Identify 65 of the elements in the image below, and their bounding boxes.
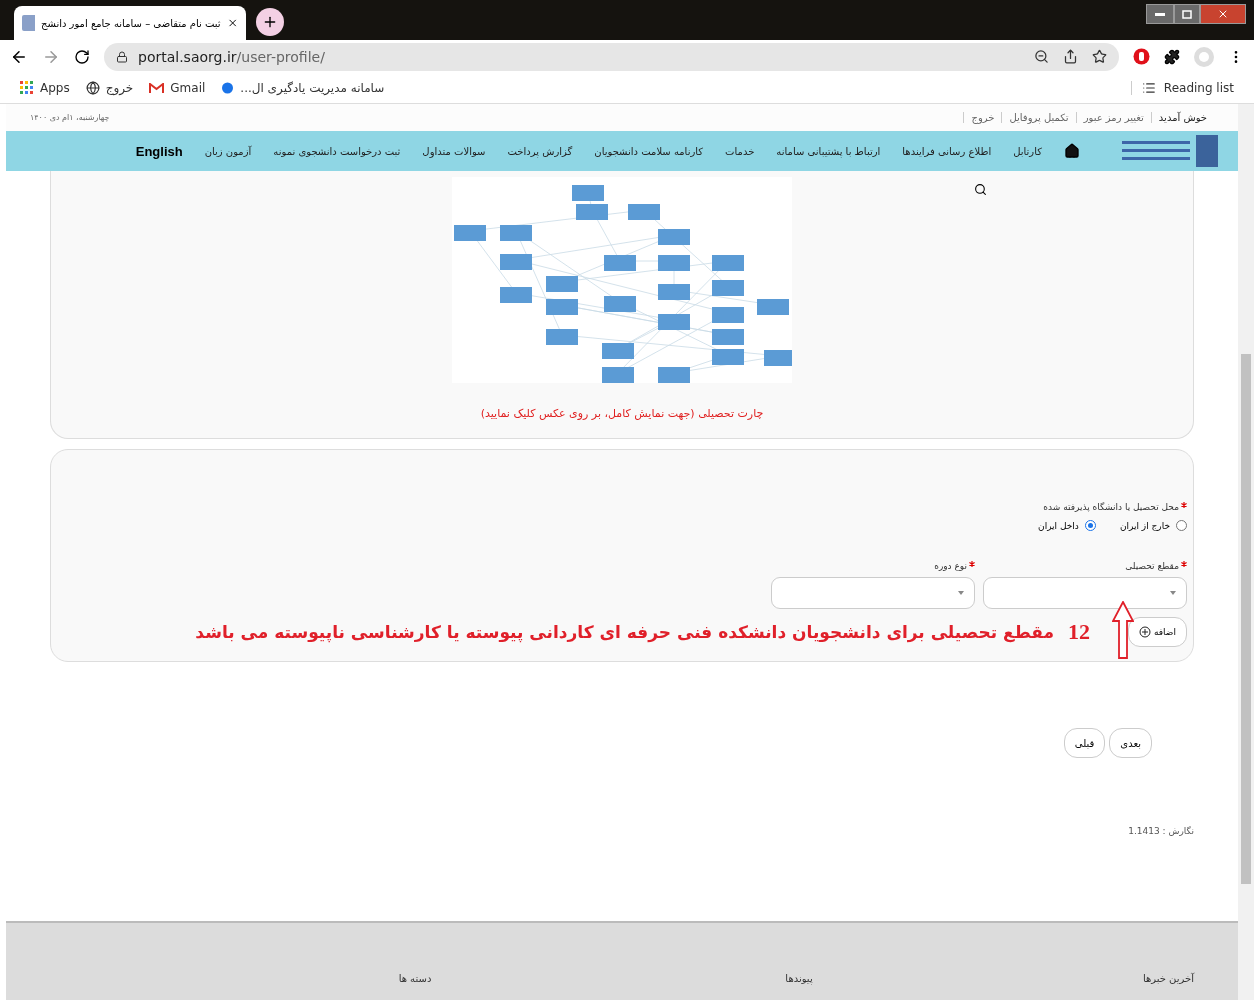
footer-heading: دسته ها (397, 973, 432, 986)
nav-link[interactable]: گزارش پرداخت (507, 145, 573, 157)
field-label: محل تحصیل یا دانشگاه پذیرفته شده (57, 502, 1187, 512)
nav-link[interactable]: سوالات متداول (422, 145, 486, 157)
nav-link[interactable]: آزمون زبان (204, 145, 252, 157)
nav-link[interactable]: کارنامه سلامت دانشجویان (594, 145, 704, 157)
reading-list-button[interactable]: Reading list (1130, 81, 1234, 95)
version-text: نگارش : 1.1413 (1127, 826, 1194, 836)
radio-option[interactable]: داخل ایران (1038, 520, 1096, 531)
close-icon (1217, 8, 1229, 20)
bookmark-item[interactable]: Apps (20, 81, 70, 95)
logo-icon[interactable] (1122, 135, 1218, 167)
site-favicon-icon (22, 15, 35, 31)
date-text: چهارشنبه، ۱ام دی ۱۴۰۰ (30, 113, 110, 122)
chart-caption: چارت تحصیلی (جهت نمایش کامل، بر روی عکس کلیک نمایید) (480, 407, 764, 420)
reload-icon[interactable] (74, 48, 90, 65)
bookmark-item[interactable]: Gmail (149, 81, 206, 95)
nav-link[interactable]: ارتباط با پشتیبانی سامانه (776, 145, 881, 157)
minimize-button[interactable] (1146, 4, 1174, 24)
annotation-text: مقطع تحصیلی برای دانشجویان دانشکده فنی حرفه ای کاردانی پیوسته یا کارشناسی ناپیوسته می باشد (195, 622, 1054, 642)
nav-link[interactable]: اطلاع رسانی فرایندها (902, 145, 992, 157)
step-button[interactable]: بعدی (1109, 728, 1152, 758)
top-link[interactable]: خروج (963, 112, 1002, 123)
nav-link[interactable]: کارتابل (1013, 145, 1042, 157)
cloud-icon (221, 82, 235, 94)
annotation-number: 12 (1068, 619, 1090, 645)
address-bar[interactable]: portal.saorg.ir/user-profile/ (104, 42, 1119, 71)
restore-icon (1182, 9, 1192, 19)
close-icon[interactable] (226, 16, 238, 30)
nav-link[interactable]: ثبت درخواست دانشجوی نمونه (273, 145, 401, 157)
field-label: نوع دوره (771, 561, 975, 571)
flowchart-drawing[interactable] (452, 177, 792, 383)
browser-tab[interactable]: ثبت نام متقاضی – سامانه جامع امور دانشج (14, 6, 246, 40)
zoom-icon[interactable] (1034, 49, 1049, 64)
plus-icon (262, 14, 278, 30)
list-icon (1141, 81, 1156, 95)
language-link[interactable]: English (135, 143, 183, 159)
apps-grid-icon (20, 81, 34, 95)
home-icon[interactable] (1064, 143, 1080, 159)
star-icon[interactable] (1092, 49, 1107, 64)
dropdown-field[interactable] (983, 577, 1187, 609)
add-circle-icon (1139, 626, 1151, 638)
extensions-icon[interactable] (1164, 48, 1180, 65)
step-button[interactable]: قبلی (1063, 728, 1106, 758)
bookmark-item[interactable]: سامانه مدیریت یادگیری ال... (221, 81, 385, 95)
field-label: مقطع تحصیلی (983, 561, 1187, 571)
scrollbar[interactable] (1238, 104, 1254, 1000)
minimize-icon (1155, 12, 1165, 16)
footer-heading: آخرین خبرها (1141, 973, 1194, 986)
up-arrow-drawing (1112, 601, 1134, 659)
add-button[interactable]: اضافه (1128, 617, 1187, 647)
dropdown-field[interactable] (771, 577, 975, 609)
tab-title: ثبت نام متقاضی – سامانه جامع امور دانشج (41, 17, 221, 29)
nav-link[interactable]: خدمات (725, 145, 755, 157)
search-icon[interactable] (974, 183, 987, 196)
mail-icon (149, 82, 165, 94)
new-tab-button[interactable] (256, 8, 284, 36)
bookmark-item[interactable]: خروج (85, 81, 134, 95)
top-link[interactable]: تکمیل پروفایل (1001, 112, 1076, 123)
share-icon[interactable] (1063, 49, 1078, 64)
footer-heading: پیوندها (784, 973, 813, 987)
radio-option[interactable]: خارج از ایران (1119, 520, 1187, 531)
maximize-button[interactable] (1174, 4, 1200, 24)
lock-icon (116, 50, 128, 63)
globe-icon (85, 81, 100, 95)
